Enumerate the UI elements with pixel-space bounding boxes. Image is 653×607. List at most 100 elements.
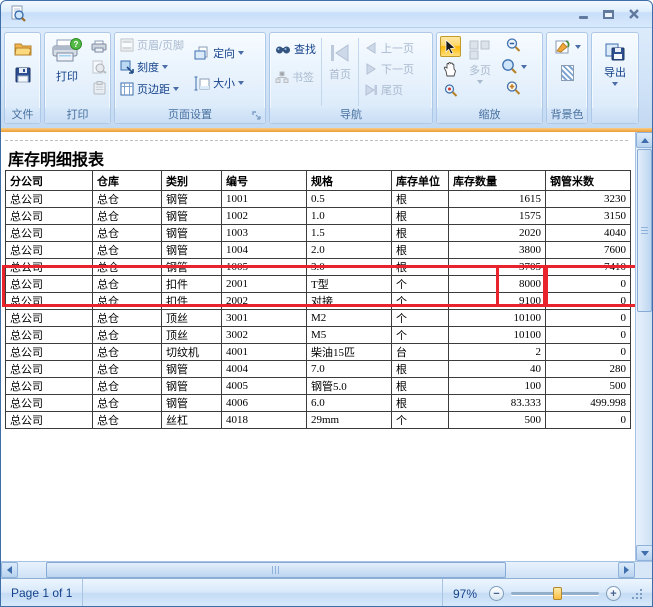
table-cell: 顶丝	[162, 310, 222, 327]
table-cell: 总公司	[6, 327, 93, 344]
find-button[interactable]: 查找	[273, 40, 318, 58]
paint-bucket-icon	[554, 39, 572, 55]
group-label-print: 打印	[45, 108, 110, 123]
table-cell: 4040	[546, 225, 631, 242]
table-cell: 3150	[546, 208, 631, 225]
table-row: 总公司总仓钢管10021.0根15753150	[6, 208, 631, 225]
zoom-percentage: 97%	[443, 587, 487, 601]
table-cell: 根	[392, 242, 449, 259]
table-cell: 总仓	[93, 327, 162, 344]
report-title: 库存明细报表	[8, 146, 104, 170]
table-row: 总公司总仓钢管40066.0根83.333499.998	[6, 395, 631, 412]
scroll-down-button[interactable]	[636, 545, 652, 561]
table-row: 总公司总仓钢管10042.0根38007600	[6, 242, 631, 259]
column-header: 类别	[162, 171, 222, 191]
zoom-icon	[501, 59, 518, 74]
hand-tool-button[interactable]	[440, 60, 461, 79]
table-cell: 1001	[222, 191, 307, 208]
table-cell: 3002	[222, 327, 307, 344]
table-cell: 3230	[546, 191, 631, 208]
vertical-scroll-thumb[interactable]	[637, 149, 652, 312]
scroll-right-button[interactable]	[618, 562, 635, 578]
table-cell: 500	[449, 412, 546, 429]
multi-page-icon	[469, 40, 491, 60]
table-cell: 总公司	[6, 310, 93, 327]
printer-icon: ?	[51, 38, 83, 66]
save-button[interactable]	[12, 65, 34, 85]
zoom-slider-area: − +	[487, 586, 652, 601]
table-cell: 钢管	[162, 378, 222, 395]
table-cell: 根	[392, 225, 449, 242]
group-background: 背景色	[546, 32, 588, 124]
table-cell: 总公司	[6, 191, 93, 208]
scrollbar-corner	[635, 562, 652, 578]
print-preview-icon	[9, 5, 27, 23]
table-cell: 1.0	[307, 208, 392, 225]
scroll-up-button[interactable]	[636, 132, 652, 148]
last-page-icon	[364, 84, 378, 96]
resize-grip[interactable]	[630, 587, 644, 601]
table-cell: 4018	[222, 412, 307, 429]
watermark-button[interactable]	[558, 63, 577, 83]
zoom-in-slider-button[interactable]: +	[606, 586, 621, 601]
table-row: 总公司总仓钢管10010.5根16153230	[6, 191, 631, 208]
page-indicator: Page 1 of 1	[1, 579, 83, 607]
table-cell: 29mm	[307, 412, 392, 429]
table-cell: 总仓	[93, 310, 162, 327]
scale-icon	[120, 60, 134, 74]
close-button[interactable]	[621, 6, 646, 23]
table-cell: 顶丝	[162, 327, 222, 344]
background-color-button[interactable]	[552, 38, 583, 56]
zoom-region-button[interactable]	[440, 82, 461, 99]
export-button[interactable]: 导出	[601, 36, 629, 108]
table-cell: 1004	[222, 242, 307, 259]
zoom-in-button[interactable]	[499, 79, 529, 97]
preview-area: 库存明细报表 分公司仓库类别编号规格库存单位库存数量钢管米数 总公司总仓钢管10…	[1, 132, 652, 561]
orientation-button[interactable]: 定向	[192, 44, 246, 62]
zoom-out-button[interactable]	[499, 36, 529, 54]
table-cell: 总公司	[6, 412, 93, 429]
dialog-launcher-icon[interactable]	[252, 111, 262, 121]
table-cell: 2.0	[307, 242, 392, 259]
next-page-icon	[364, 63, 378, 75]
table-cell: 总仓	[93, 225, 162, 242]
table-cell: 100	[449, 378, 546, 395]
table-cell: 钢管	[162, 208, 222, 225]
titlebar	[1, 1, 652, 28]
size-icon	[194, 76, 210, 91]
pointer-tool-button[interactable]	[440, 36, 461, 57]
table-cell: 0.5	[307, 191, 392, 208]
table-cell: 0	[546, 327, 631, 344]
horizontal-scroll-thumb[interactable]	[46, 562, 506, 578]
table-cell: 1003	[222, 225, 307, 242]
annotation-meters-box	[545, 265, 638, 307]
open-file-button[interactable]	[11, 40, 35, 58]
print-button[interactable]: ? 打印	[48, 36, 86, 108]
table-cell: 总公司	[6, 242, 93, 259]
group-zoom: 多页	[436, 32, 543, 124]
scroll-left-button[interactable]	[1, 562, 18, 578]
table-cell: 4006	[222, 395, 307, 412]
table-cell: 总仓	[93, 344, 162, 361]
table-cell: 500	[546, 378, 631, 395]
vertical-scrollbar[interactable]	[635, 132, 652, 561]
zoom-level-button[interactable]	[499, 58, 529, 75]
table-row: 总公司总仓切纹机4001柴油15匹台20	[6, 344, 631, 361]
size-button[interactable]: 大小	[192, 74, 246, 92]
maximize-button[interactable]	[596, 6, 621, 23]
horizontal-scrollbar[interactable]	[1, 561, 652, 578]
next-page-button: 下一页	[362, 60, 416, 78]
margins-button[interactable]: 页边距	[118, 80, 186, 98]
zoom-slider-thumb[interactable]	[553, 587, 562, 600]
multi-page-button: 多页	[466, 36, 494, 108]
zoom-out-slider-button[interactable]: −	[489, 586, 504, 601]
zoom-slider-track[interactable]	[511, 592, 599, 595]
table-cell: 钢管5.0	[307, 378, 392, 395]
table-cell: 2	[449, 344, 546, 361]
minimize-button[interactable]	[571, 6, 596, 23]
export-icon	[604, 42, 626, 62]
horizontal-scroll-track[interactable]	[18, 562, 618, 578]
quick-print-button[interactable]	[88, 38, 110, 55]
scale-button[interactable]: 刻度	[118, 58, 186, 76]
group-label-page-setup: 页面设置	[115, 108, 265, 123]
